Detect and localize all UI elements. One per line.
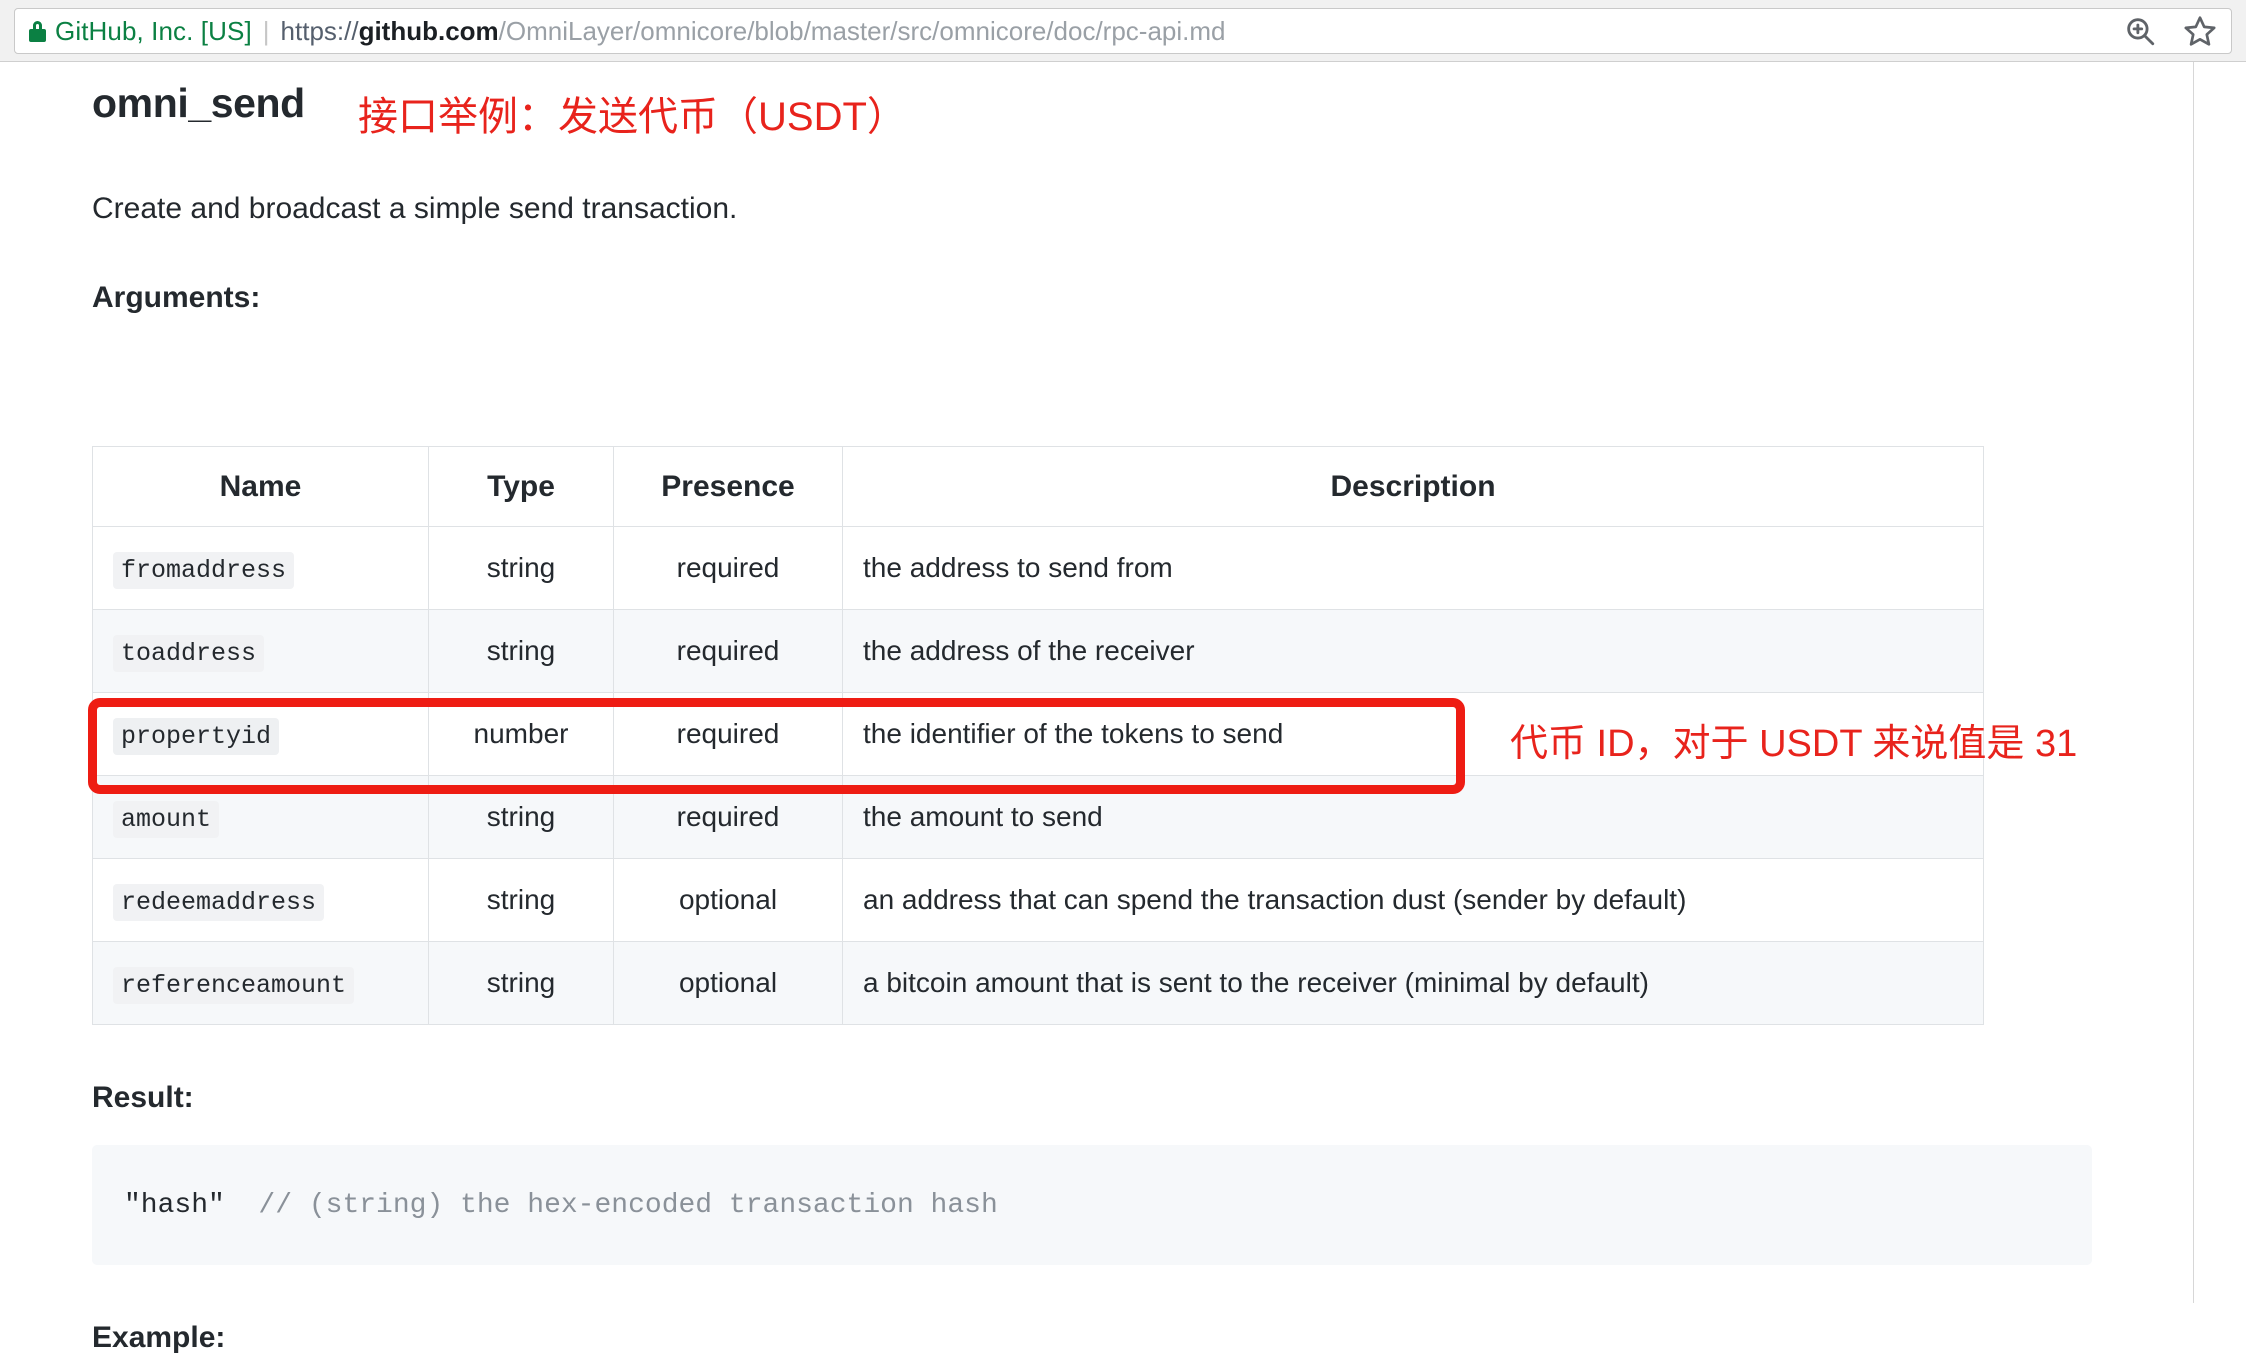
url-path: /OmniLayer/omnicore/blob/master/src/omni… (498, 15, 1226, 46)
cell-presence: required (613, 775, 843, 859)
cell-type: string (428, 941, 614, 1025)
table-row: fromaddress string required the address … (92, 526, 1984, 610)
result-code-block: "hash" // (string) the hex-encoded trans… (92, 1145, 2092, 1265)
cell-presence: required (613, 692, 843, 776)
cell-type: number (428, 692, 614, 776)
cell-name: redeemaddress (92, 858, 429, 942)
cell-type: string (428, 609, 614, 693)
document-body: omni_send 接口举例：发送代币（USDT） Create and bro… (0, 62, 2246, 1354)
table-row: amount string required the amount to sen… (92, 775, 1984, 859)
table-header-row: Name Type Presence Description (92, 446, 1984, 527)
example-heading: Example: (92, 1321, 226, 1354)
code-line: "hash" // (string) the hex-encoded trans… (124, 1190, 998, 1221)
column-header-description: Description (842, 446, 1984, 527)
cell-presence: required (613, 526, 843, 610)
param-name: redeemaddress (113, 883, 325, 921)
page-right-border (2193, 62, 2194, 1303)
intro-paragraph: Create and broadcast a simple send trans… (92, 192, 738, 225)
lock-icon (29, 20, 46, 42)
cell-presence: required (613, 609, 843, 693)
column-header-name: Name (92, 446, 429, 527)
param-name: propertyid (113, 717, 280, 755)
cell-type: string (428, 858, 614, 942)
bookmark-star-icon[interactable] (2183, 14, 2217, 48)
cell-description: the address to send from (842, 526, 1984, 610)
cell-presence: optional (613, 941, 843, 1025)
cell-name: toaddress (92, 609, 429, 693)
param-name: fromaddress (113, 551, 295, 589)
zoom-icon[interactable] (2123, 14, 2157, 48)
table-row: referenceamount string optional a bitcoi… (92, 941, 1984, 1025)
cell-presence: optional (613, 858, 843, 942)
cell-name: referenceamount (92, 941, 429, 1025)
url-scheme: https:// (280, 15, 359, 46)
table-row: toaddress string required the address of… (92, 609, 1984, 693)
cell-description: the amount to send (842, 775, 1984, 859)
cell-name: propertyid (92, 692, 429, 776)
result-heading: Result: (92, 1081, 194, 1114)
page-title: omni_send (92, 80, 305, 126)
cell-description: an address that can spend the transactio… (842, 858, 1984, 942)
cell-name: fromaddress (92, 526, 429, 610)
param-name: toaddress (113, 634, 265, 672)
param-name: amount (113, 800, 220, 838)
code-string-literal: "hash" (124, 1189, 225, 1221)
column-header-presence: Presence (613, 446, 843, 527)
browser-toolbar: GitHub, Inc. [US] | https://github.com/O… (0, 0, 2246, 62)
address-bar[interactable]: GitHub, Inc. [US] | https://github.com/O… (14, 8, 2232, 54)
code-comment: // (string) the hex-encoded transaction … (224, 1189, 998, 1221)
propertyid-annotation: 代币 ID，对于 USDT 来说值是 31 (1510, 723, 2078, 765)
cell-name: amount (92, 775, 429, 859)
url-host: github.com (358, 15, 499, 46)
omnibox-separator: | (262, 15, 270, 46)
table-row: redeemaddress string optional an address… (92, 858, 1984, 942)
param-name: referenceamount (113, 966, 355, 1004)
cell-description: the address of the receiver (842, 609, 1984, 693)
title-annotation: 接口举例：发送代币（USDT） (358, 95, 907, 139)
arguments-heading: Arguments: (92, 281, 261, 314)
site-identity-label: GitHub, Inc. [US] (55, 15, 252, 46)
url-text[interactable]: https://github.com/OmniLayer/omnicore/bl… (281, 16, 2105, 47)
omnibox-actions (2123, 14, 2217, 48)
cell-type: string (428, 775, 614, 859)
column-header-type: Type (428, 446, 614, 527)
cell-description: a bitcoin amount that is sent to the rec… (842, 941, 1984, 1025)
cell-type: string (428, 526, 614, 610)
